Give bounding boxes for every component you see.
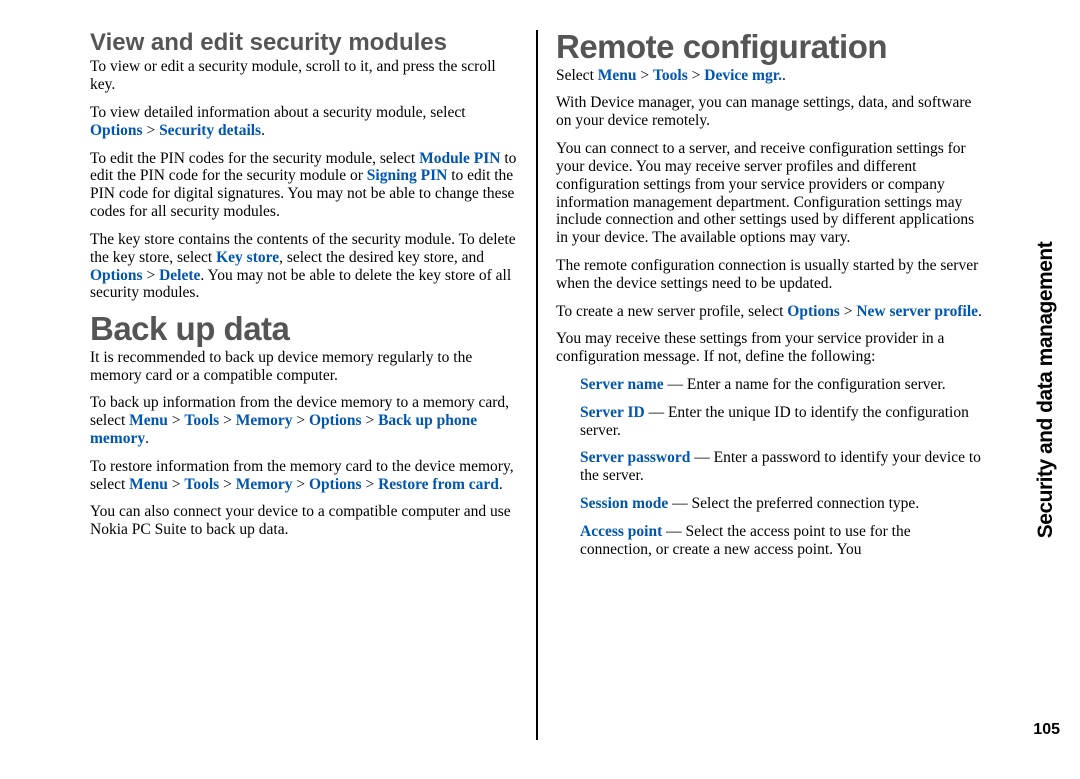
ui-delete: Delete [159, 267, 200, 284]
term-server-id: Server ID [580, 404, 645, 421]
body-text: You can connect to a server, and receive… [556, 140, 984, 247]
section-side-title: Security and data management [1034, 241, 1058, 537]
def-server-id: Server ID — Enter the unique ID to ident… [580, 404, 984, 440]
ui-options: Options [90, 267, 143, 284]
ui-memory: Memory [236, 476, 293, 493]
ui-new-server-profile: New server profile [856, 303, 978, 320]
ui-path-options: Options [90, 122, 143, 139]
body-text: With Device manager, you can manage sett… [556, 94, 984, 130]
page-number: 105 [1033, 721, 1060, 739]
definition-list: Server name — Enter a name for the confi… [556, 376, 984, 559]
body-text: The key store contains the contents of t… [90, 231, 518, 302]
manual-page: Security and data management 105 View an… [0, 0, 1080, 779]
term-server-name: Server name [580, 376, 664, 393]
ui-options: Options [309, 412, 362, 429]
body-text: To view or edit a security module, scrol… [90, 58, 518, 94]
ui-menu: Menu [598, 67, 637, 84]
body-text: To view detailed information about a sec… [90, 104, 518, 140]
heading-view-edit-security: View and edit security modules [90, 30, 518, 56]
body-text: You may receive these settings from your… [556, 330, 984, 366]
body-text: It is recommended to back up device memo… [90, 349, 518, 385]
ui-path-security-details: Security details [159, 122, 261, 139]
ui-memory: Memory [236, 412, 293, 429]
term-session-mode: Session mode [580, 495, 668, 512]
heading-back-up-data: Back up data [90, 312, 518, 347]
term-server-password: Server password [580, 449, 690, 466]
body-text: You can also connect your device to a co… [90, 503, 518, 539]
body-text: The remote configuration connection is u… [556, 257, 984, 293]
two-column-layout: View and edit security modules To view o… [90, 30, 1000, 740]
def-server-name: Server name — Enter a name for the confi… [580, 376, 984, 394]
ui-menu: Menu [129, 412, 168, 429]
body-text: To back up information from the device m… [90, 394, 518, 447]
column-right: Remote configuration Select Menu > Tools… [544, 30, 984, 740]
ui-options: Options [309, 476, 362, 493]
ui-tools: Tools [184, 412, 219, 429]
ui-restore-from-card: Restore from card [378, 476, 499, 493]
term-access-point: Access point [580, 523, 662, 540]
column-left: View and edit security modules To view o… [90, 30, 530, 740]
body-text: To restore information from the memory c… [90, 458, 518, 494]
def-server-password: Server password — Enter a password to id… [580, 449, 984, 485]
ui-key-store: Key store [216, 249, 279, 266]
heading-remote-configuration: Remote configuration [556, 30, 984, 65]
ui-menu: Menu [129, 476, 168, 493]
ui-module-pin: Module PIN [419, 150, 500, 167]
def-access-point: Access point — Select the access point t… [580, 523, 984, 559]
ui-options: Options [787, 303, 840, 320]
body-text: Select Menu > Tools > Device mgr.. [556, 67, 984, 85]
ui-tools: Tools [653, 67, 688, 84]
ui-signing-pin: Signing PIN [367, 167, 448, 184]
body-text: To create a new server profile, select O… [556, 303, 984, 321]
column-divider [536, 30, 538, 740]
ui-device-mgr: Device mgr. [704, 67, 782, 84]
body-text: To edit the PIN codes for the security m… [90, 150, 518, 221]
ui-tools: Tools [184, 476, 219, 493]
def-session-mode: Session mode — Select the preferred conn… [580, 495, 984, 513]
